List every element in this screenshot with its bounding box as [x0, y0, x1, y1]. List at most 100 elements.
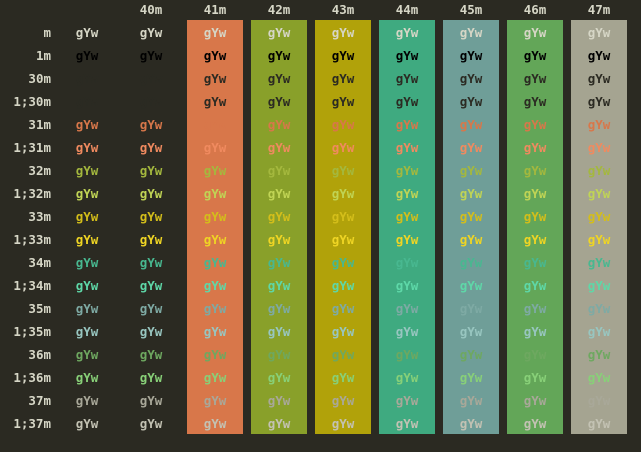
sample-cell: gYw — [267, 48, 291, 63]
sample-cell: gYw — [331, 117, 355, 132]
sample-cell: gYw — [203, 255, 227, 270]
sample-cell: gYw — [587, 255, 611, 270]
sample-cell: gYw — [331, 48, 355, 63]
sample-cell: gYw — [75, 140, 99, 155]
sample-cell: gYw — [75, 255, 99, 270]
sample-cell: gYw — [395, 278, 419, 293]
sample-cell: gYw — [203, 347, 227, 362]
sample-cell: gYw — [203, 48, 227, 63]
sample-cell: gYw — [267, 347, 291, 362]
sample-cell: gYw — [459, 71, 483, 86]
sample-cell: gYw — [587, 416, 611, 431]
sample-cell: gYw — [75, 301, 99, 316]
sample-cell: gYw — [395, 370, 419, 385]
row-label-33m: 33m — [28, 209, 51, 224]
column-header-46m: 46m — [523, 2, 547, 17]
row-label-36m: 36m — [28, 347, 51, 362]
sample-cell: gYw — [587, 393, 611, 408]
sample-cell: gYw — [75, 94, 99, 109]
sample-cell: gYw — [395, 324, 419, 339]
sample-cell: gYw — [459, 48, 483, 63]
sample-cell: gYw — [587, 278, 611, 293]
sample-cell: gYw — [139, 163, 163, 178]
sample-cell: gYw — [395, 25, 419, 40]
sample-cell: gYw — [331, 25, 355, 40]
sample-cell: gYw — [523, 255, 547, 270]
sample-cell: gYw — [523, 416, 547, 431]
sample-cell: gYw — [267, 324, 291, 339]
sample-cell: gYw — [523, 48, 547, 63]
sample-cell: gYw — [459, 324, 483, 339]
sample-cell: gYw — [267, 232, 291, 247]
sample-cell: gYw — [203, 324, 227, 339]
sample-cell: gYw — [395, 186, 419, 201]
sample-cell: gYw — [523, 163, 547, 178]
sample-cell: gYw — [587, 347, 611, 362]
sample-cell: gYw — [587, 370, 611, 385]
row-label-1-37m: 1;37m — [13, 416, 51, 431]
sample-cell: gYw — [75, 347, 99, 362]
sample-cell: gYw — [331, 324, 355, 339]
sample-cell: gYw — [267, 117, 291, 132]
column-header-47m: 47m — [587, 2, 611, 17]
sample-cell: gYw — [459, 370, 483, 385]
sample-cell: gYw — [139, 140, 163, 155]
sample-cell: gYw — [139, 255, 163, 270]
sample-cell: gYw — [139, 324, 163, 339]
sample-cell: gYw — [459, 255, 483, 270]
column-header-45m: 45m — [459, 2, 483, 17]
sample-cell: gYw — [75, 163, 99, 178]
sample-cell: gYw — [203, 278, 227, 293]
column-header-41m: 41m — [203, 2, 227, 17]
sample-cell: gYw — [139, 25, 163, 40]
sample-cell: gYw — [459, 232, 483, 247]
sample-cell: gYw — [459, 301, 483, 316]
sample-cell: gYw — [267, 71, 291, 86]
sample-cell: gYw — [523, 71, 547, 86]
sample-cell: gYw — [75, 232, 99, 247]
sample-cell: gYw — [267, 25, 291, 40]
sample-cell: gYw — [587, 71, 611, 86]
sample-cell: gYw — [203, 94, 227, 109]
sample-cell: gYw — [139, 94, 163, 109]
sample-cell: gYw — [203, 163, 227, 178]
row-label-1-31m: 1;31m — [13, 140, 51, 155]
sample-cell: gYw — [203, 232, 227, 247]
sample-cell: gYw — [203, 140, 227, 155]
sample-cell: gYw — [267, 278, 291, 293]
sample-cell: gYw — [523, 347, 547, 362]
sample-cell: gYw — [459, 117, 483, 132]
sample-cell: gYw — [75, 25, 99, 40]
sample-cell: gYw — [331, 393, 355, 408]
sample-cell: gYw — [203, 117, 227, 132]
row-label-1-32m: 1;32m — [13, 186, 51, 201]
sample-cell: gYw — [587, 140, 611, 155]
sample-cell: gYw — [267, 94, 291, 109]
sample-cell: gYw — [267, 186, 291, 201]
sample-cell: gYw — [139, 209, 163, 224]
sample-cell: gYw — [203, 393, 227, 408]
sample-cell: gYw — [459, 186, 483, 201]
sample-cell: gYw — [587, 232, 611, 247]
row-label-1-33m: 1;33m — [13, 232, 51, 247]
sample-cell: gYw — [75, 393, 99, 408]
row-label-1-35m: 1;35m — [13, 324, 51, 339]
sample-cell: gYw — [203, 370, 227, 385]
sample-cell: gYw — [331, 255, 355, 270]
sample-cell: gYw — [331, 232, 355, 247]
sample-cell: gYw — [75, 370, 99, 385]
sample-cell: gYw — [267, 140, 291, 155]
sample-cell: gYw — [587, 117, 611, 132]
sample-cell: gYw — [587, 301, 611, 316]
sample-cell: gYw — [395, 347, 419, 362]
sample-cell: gYw — [75, 48, 99, 63]
sample-cell: gYw — [139, 416, 163, 431]
sample-cell: gYw — [267, 163, 291, 178]
sample-cell: gYw — [267, 416, 291, 431]
sample-cell: gYw — [331, 140, 355, 155]
row-label-35m: 35m — [28, 301, 51, 316]
sample-cell: gYw — [395, 255, 419, 270]
sample-cell: gYw — [331, 94, 355, 109]
sample-cell: gYw — [267, 393, 291, 408]
sample-cell: gYw — [523, 94, 547, 109]
